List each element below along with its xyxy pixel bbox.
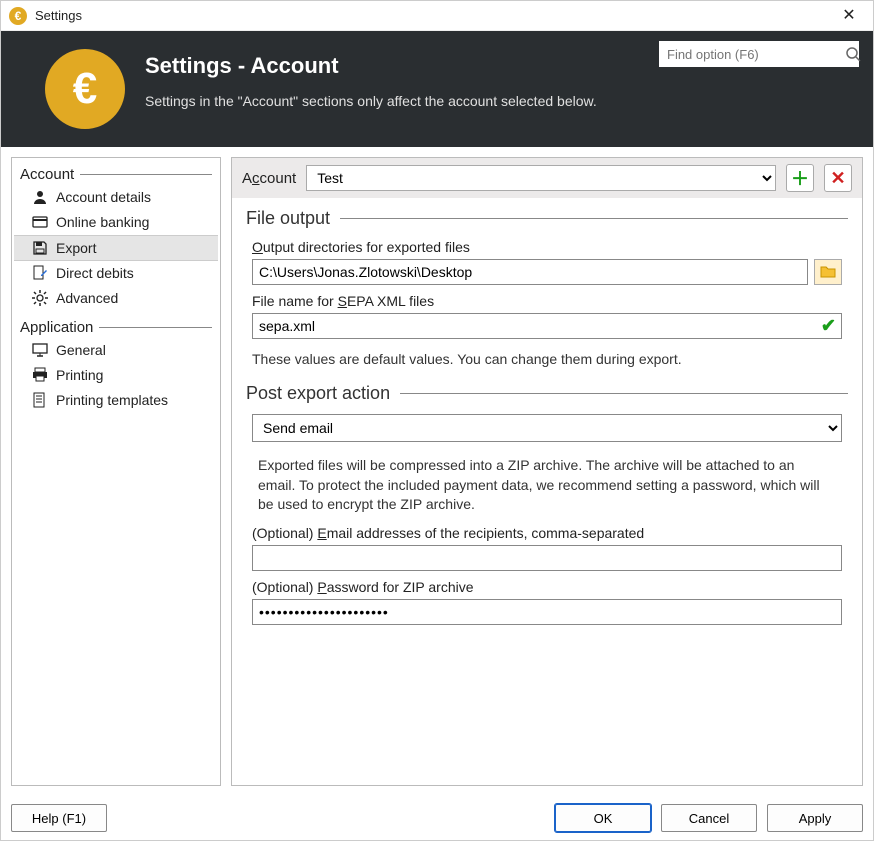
find-option-box[interactable] bbox=[659, 41, 859, 67]
zip-password-input[interactable] bbox=[252, 599, 842, 625]
sidebar-item-label: Direct debits bbox=[56, 265, 134, 281]
post-export-action-select[interactable]: Send email bbox=[252, 414, 842, 442]
apply-button[interactable]: Apply bbox=[767, 804, 863, 832]
card-icon bbox=[32, 214, 48, 230]
content-panel: Account Test ＋ ✕ File output Output dire… bbox=[231, 157, 863, 786]
sidebar-item-label: General bbox=[56, 342, 106, 358]
zip-password-label: (Optional) Password for ZIP archive bbox=[252, 579, 842, 595]
sidebar-item-printing[interactable]: Printing bbox=[14, 363, 218, 388]
find-option-input[interactable] bbox=[665, 46, 845, 63]
close-icon[interactable]: ✕ bbox=[829, 1, 869, 31]
sidebar: Account Account details Online banking E… bbox=[11, 157, 221, 786]
sidebar-item-account-details[interactable]: Account details bbox=[14, 185, 218, 210]
search-icon bbox=[845, 46, 861, 62]
sidebar-item-label: Printing templates bbox=[56, 392, 168, 408]
browse-folder-button[interactable] bbox=[814, 259, 842, 285]
sidebar-item-label: Printing bbox=[56, 367, 103, 383]
monitor-icon bbox=[32, 342, 48, 358]
save-icon bbox=[32, 240, 48, 256]
add-account-button[interactable]: ＋ bbox=[786, 164, 814, 192]
user-icon bbox=[32, 189, 48, 205]
footer: Help (F1) OK Cancel Apply bbox=[1, 796, 873, 840]
banner-euro-icon: € bbox=[45, 49, 125, 129]
sidebar-item-printing-templates[interactable]: Printing templates bbox=[14, 388, 218, 413]
titlebar: € Settings ✕ bbox=[1, 1, 873, 31]
account-bar-label: Account bbox=[242, 170, 296, 187]
sidebar-item-label: Online banking bbox=[56, 214, 149, 230]
gear-icon bbox=[32, 290, 48, 306]
sidebar-item-general[interactable]: General bbox=[14, 338, 218, 363]
email-recipients-label: (Optional) Email addresses of the recipi… bbox=[252, 525, 842, 541]
section-title: File output bbox=[246, 208, 330, 229]
account-bar: Account Test ＋ ✕ bbox=[232, 158, 862, 198]
section-post-export: Post export action Send email Exported f… bbox=[232, 373, 862, 625]
sepa-filename-input[interactable] bbox=[252, 313, 842, 339]
sidebar-item-label: Export bbox=[56, 240, 96, 256]
printer-icon bbox=[32, 367, 48, 383]
app-euro-icon: € bbox=[9, 7, 27, 25]
output-dir-label: Output directories for exported files bbox=[252, 239, 842, 255]
sidebar-item-direct-debits[interactable]: Direct debits bbox=[14, 261, 218, 286]
sepa-filename-label: File name for SEPA XML files bbox=[252, 293, 842, 309]
account-select[interactable]: Test bbox=[306, 165, 776, 191]
sidebar-item-label: Advanced bbox=[56, 290, 118, 306]
cancel-button[interactable]: Cancel bbox=[661, 804, 757, 832]
banner-sub: Settings in the "Account" sections only … bbox=[145, 93, 853, 109]
sidebar-item-online-banking[interactable]: Online banking bbox=[14, 210, 218, 235]
ok-button[interactable]: OK bbox=[555, 804, 651, 832]
post-export-desc: Exported files will be compressed into a… bbox=[258, 456, 832, 515]
sidebar-group-account: Account bbox=[14, 164, 218, 185]
output-dir-input[interactable] bbox=[252, 259, 808, 285]
edit-doc-icon bbox=[32, 265, 48, 281]
window-title: Settings bbox=[35, 8, 829, 23]
sidebar-group-application: Application bbox=[14, 317, 218, 338]
delete-account-button[interactable]: ✕ bbox=[824, 164, 852, 192]
sidebar-item-advanced[interactable]: Advanced bbox=[14, 286, 218, 311]
template-icon bbox=[32, 392, 48, 408]
help-button[interactable]: Help (F1) bbox=[11, 804, 107, 832]
sidebar-item-label: Account details bbox=[56, 189, 151, 205]
section-file-output: File output Output directories for expor… bbox=[232, 198, 862, 367]
banner: € Settings - Account Settings in the "Ac… bbox=[1, 31, 873, 147]
file-output-note: These values are default values. You can… bbox=[252, 351, 842, 367]
sidebar-item-export[interactable]: Export bbox=[14, 235, 218, 261]
email-recipients-input[interactable] bbox=[252, 545, 842, 571]
section-title: Post export action bbox=[246, 383, 390, 404]
